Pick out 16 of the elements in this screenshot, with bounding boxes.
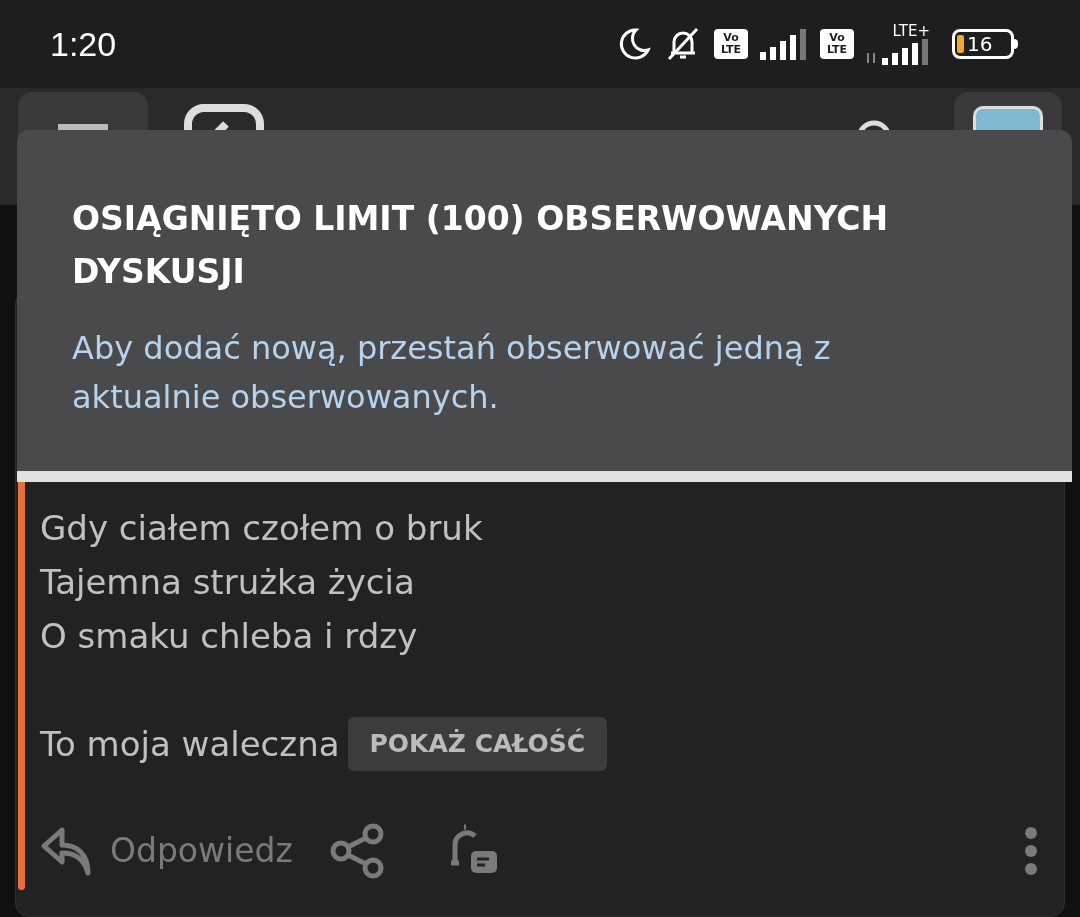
- volte-badge: Vo LTE: [820, 29, 854, 59]
- toast-title: OSIĄGNIĘTO LIMIT (100) OBSERWOWANYCH DYSKUSJI: [72, 198, 890, 293]
- poem-line: O smaku chleba i rdzy: [40, 616, 418, 656]
- status-time: 1:20: [50, 23, 117, 65]
- show-more-button[interactable]: POKAŻ CAŁOŚĆ: [347, 717, 608, 771]
- volte-badge: Vo LTE: [714, 29, 748, 59]
- poem-line: Tajemna strużka życia: [40, 562, 415, 602]
- toast-message: Aby dodać nową, przestań obserwować jedną z aktualnie obserwowanych.: [72, 328, 832, 418]
- more-options-icon[interactable]: [1024, 827, 1038, 875]
- signal-icon: [760, 28, 808, 60]
- reply-arrow-icon: [40, 826, 92, 876]
- reply-button[interactable]: Odpowiedz: [40, 826, 293, 876]
- signal-icon: [866, 39, 930, 65]
- poem-line: To moja waleczna: [40, 723, 340, 766]
- network-type: LTE+: [892, 23, 930, 39]
- poem-line: Gdy ciałem czołem o bruk: [40, 508, 483, 548]
